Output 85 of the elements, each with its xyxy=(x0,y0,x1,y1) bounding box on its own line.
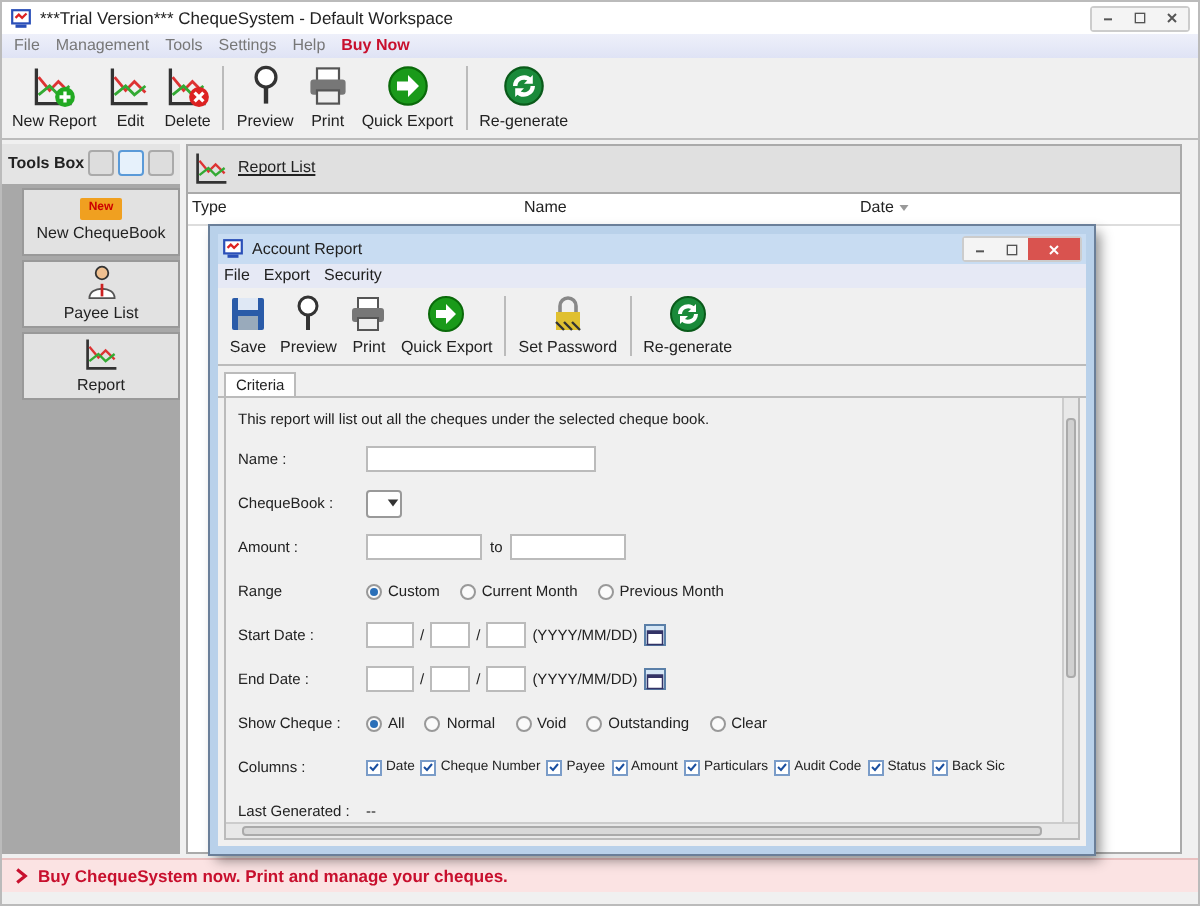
report-list-link[interactable]: Report List xyxy=(238,158,316,178)
menu-item[interactable]: File xyxy=(224,266,250,286)
menu-item[interactable]: Security xyxy=(324,266,382,286)
toolbar-button[interactable]: Quick Export xyxy=(396,292,497,360)
refresh-icon xyxy=(501,64,546,108)
toolbar-button[interactable]: Print xyxy=(301,62,354,134)
arrow-circle-icon xyxy=(385,64,430,108)
app-icon xyxy=(222,238,244,260)
toolbar-button[interactable]: Set Password xyxy=(514,292,622,360)
chart-icon xyxy=(83,335,119,372)
check-icon xyxy=(933,760,946,775)
input-field[interactable] xyxy=(366,622,414,649)
check-icon xyxy=(776,760,789,775)
maximize-icon xyxy=(1132,10,1148,26)
close-button[interactable] xyxy=(1156,7,1188,29)
window-title: ***Trial Version*** ChequeSystem - Default Workspace xyxy=(40,7,453,29)
close-icon xyxy=(1046,241,1062,257)
chart-x-icon xyxy=(165,64,210,108)
caret-icon xyxy=(386,496,400,511)
toolbar-button[interactable]: Save xyxy=(224,292,272,360)
calendar-icon xyxy=(645,627,664,646)
view-button[interactable] xyxy=(88,150,115,177)
arrow-circle-icon xyxy=(426,294,467,334)
check-icon xyxy=(368,760,380,775)
printer-icon xyxy=(348,294,389,334)
view-button[interactable] xyxy=(118,150,145,177)
close-icon xyxy=(1164,10,1180,26)
chart-icon xyxy=(108,64,153,108)
chevron-icon xyxy=(14,868,30,884)
dialog-title: Account Report xyxy=(252,239,363,259)
minimize-button[interactable] xyxy=(1092,7,1124,29)
toolbar-button[interactable]: Re-generate xyxy=(639,292,737,360)
menu-item[interactable]: Tools xyxy=(165,36,203,56)
horizontal-scrollbar[interactable] xyxy=(226,822,1078,838)
menu-item[interactable]: Help xyxy=(292,36,326,56)
maximize-button[interactable] xyxy=(996,238,1028,260)
input-field[interactable] xyxy=(366,446,596,473)
sidebar-item[interactable]: Payee List xyxy=(22,259,180,328)
maximize-icon xyxy=(1004,241,1020,257)
toolbar-button[interactable]: Re-generate xyxy=(475,62,573,134)
dropdown[interactable] xyxy=(366,489,402,518)
column-header[interactable]: Name xyxy=(520,198,856,218)
column-header[interactable]: Type xyxy=(188,198,520,218)
close-button[interactable] xyxy=(1028,238,1080,260)
input-field[interactable] xyxy=(486,666,527,693)
app-icon xyxy=(10,7,32,29)
toolbar-button[interactable]: Edit xyxy=(104,62,157,134)
check-icon xyxy=(685,760,698,775)
toolbar-button[interactable]: Preview xyxy=(232,62,298,134)
toolbar-button[interactable]: Print xyxy=(344,292,393,360)
refresh-icon xyxy=(667,294,708,334)
menu-item[interactable]: Export xyxy=(263,266,311,286)
check-icon xyxy=(422,760,435,775)
chart-icon xyxy=(194,150,230,187)
check-icon xyxy=(613,760,626,775)
toolbar-button[interactable]: Quick Export xyxy=(357,62,458,134)
toolbar-button[interactable]: Delete xyxy=(160,62,215,134)
calendar-button[interactable] xyxy=(643,668,666,691)
column-header[interactable]: Date xyxy=(856,198,1180,218)
menu-item[interactable]: File xyxy=(14,36,40,56)
menu-item[interactable]: Management xyxy=(55,36,150,56)
person-icon xyxy=(83,263,119,300)
input-field[interactable] xyxy=(430,622,471,649)
menu-item[interactable]: Settings xyxy=(218,36,277,56)
view-button[interactable] xyxy=(148,150,175,177)
vertical-scrollbar[interactable] xyxy=(1062,397,1078,822)
input-field[interactable] xyxy=(366,666,414,693)
check-icon xyxy=(548,760,561,775)
calendar-button[interactable] xyxy=(643,624,666,647)
chart-plus-icon xyxy=(32,64,77,108)
panel-title: Tools Box xyxy=(8,153,85,173)
printer-icon xyxy=(305,64,350,108)
input-field[interactable] xyxy=(486,622,527,649)
floppy-icon xyxy=(228,294,268,334)
sidebar-item[interactable]: Report xyxy=(22,331,180,400)
check-icon xyxy=(869,760,882,775)
toolbar-button[interactable]: Preview xyxy=(276,292,341,360)
input-field[interactable] xyxy=(510,534,627,561)
input-field[interactable] xyxy=(366,534,482,561)
status-message: Buy ChequeSystem now. Print and manage your cheques. xyxy=(38,865,508,887)
minimize-button[interactable] xyxy=(964,238,996,260)
calendar-icon xyxy=(645,671,664,690)
menu-item[interactable]: Buy Now xyxy=(341,36,410,56)
input-field[interactable] xyxy=(430,666,471,693)
toolbar-button[interactable]: New Report xyxy=(8,62,101,134)
